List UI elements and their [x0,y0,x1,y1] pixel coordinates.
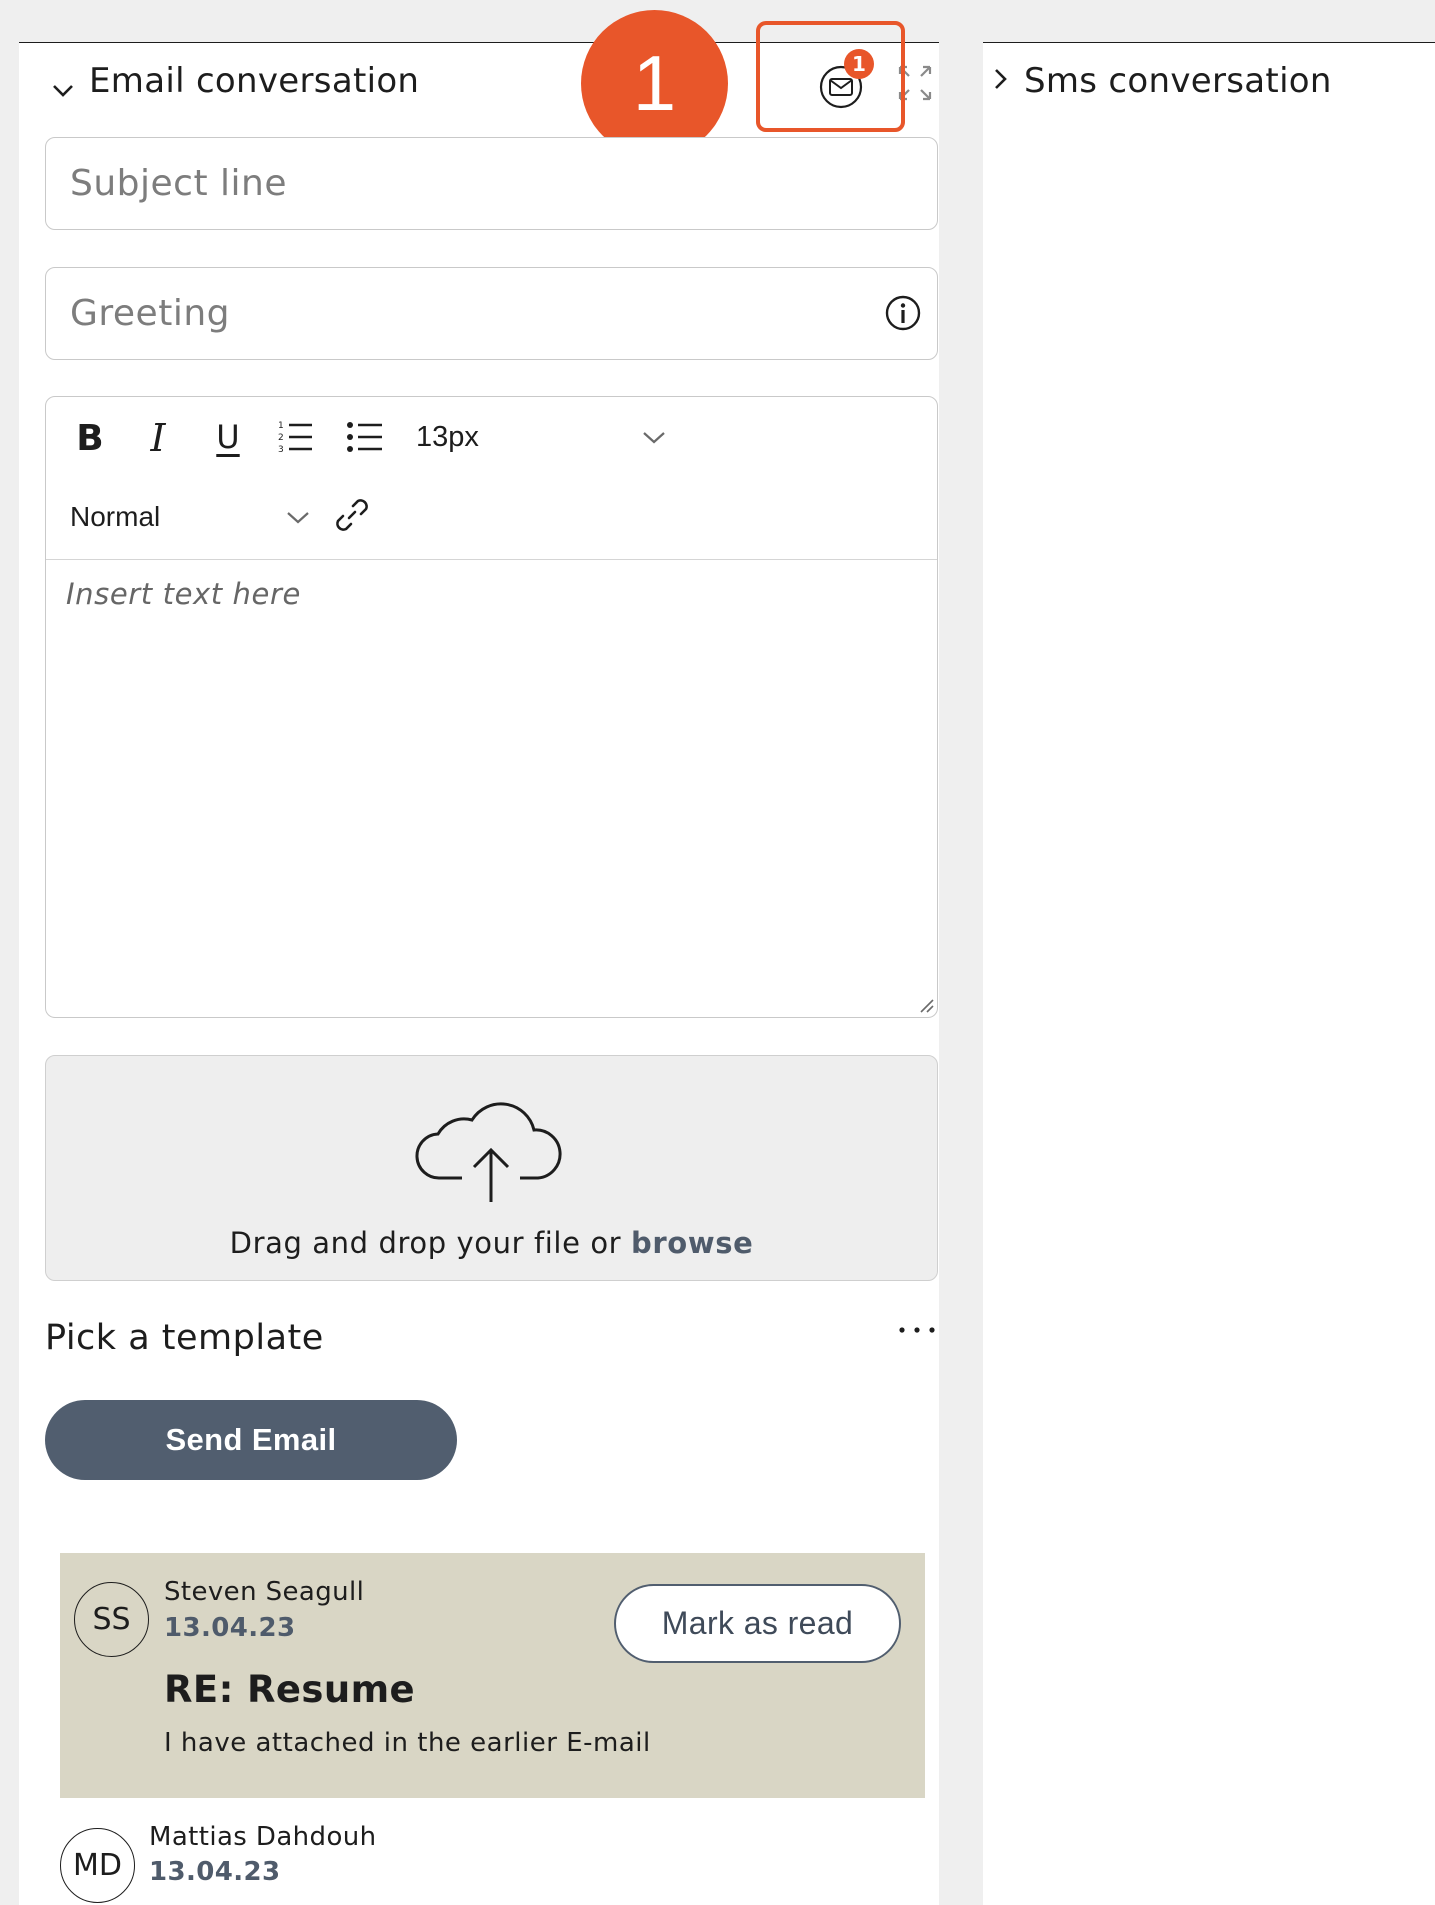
email-conversation-title[interactable]: Email conversation [89,61,419,101]
ellipsis-icon[interactable] [896,1318,940,1342]
block-format-select[interactable]: Normal [70,493,320,543]
italic-button[interactable]: I [138,413,178,463]
step-callout: 1 [581,10,728,157]
cloud-upload-icon [414,1092,568,1204]
svg-text:1: 1 [278,421,284,431]
bold-button[interactable]: B [70,413,110,463]
message-preview: I have attached in the earlier E-mail [164,1728,651,1758]
editor-placeholder: Insert text here [66,577,301,611]
underline-label: U [216,418,240,456]
ordered-list-icon[interactable]: 1 2 3 [278,417,314,457]
browse-link[interactable]: browse [631,1226,753,1260]
svg-text:3: 3 [278,445,284,455]
rich-text-editor[interactable]: B I U 1 2 3 13px Normal Insert text here [45,396,938,1018]
chevron-down-icon [287,512,309,524]
dropzone-text: Drag and drop your file or browse [46,1226,937,1260]
svg-text:2: 2 [278,433,284,443]
sender-name: Steven Seagull [164,1577,365,1607]
highlight-box [756,21,905,132]
mark-as-read-button[interactable]: Mark as read [614,1584,901,1663]
message-date: 13.04.23 [149,1857,281,1887]
subject-input[interactable]: Subject line [45,137,938,230]
greeting-placeholder: Greeting [70,293,230,334]
sms-conversation-title[interactable]: Sms conversation [1024,61,1332,101]
toolbar-divider [46,559,937,560]
subject-placeholder: Subject line [70,163,287,204]
font-size-select[interactable]: 13px [416,413,716,463]
underline-button[interactable]: U [208,411,248,463]
block-format-value: Normal [70,501,161,532]
greeting-input[interactable]: Greeting [45,267,938,360]
bullet-list-icon[interactable] [346,417,384,457]
sender-name: Mattias Dahdouh [149,1822,377,1852]
resize-handle-icon[interactable] [918,997,934,1013]
info-icon[interactable] [884,294,922,332]
avatar: MD [60,1828,135,1903]
send-email-button[interactable]: Send Email [45,1400,457,1480]
dropzone-instruction: Drag and drop your file or [229,1226,622,1260]
link-icon[interactable] [330,493,374,537]
font-size-value: 13px [416,421,479,453]
file-dropzone[interactable]: Drag and drop your file or browse [45,1055,938,1281]
chevron-down-icon[interactable] [50,78,76,104]
chevron-right-icon[interactable] [990,66,1012,92]
message-date: 13.04.23 [164,1613,296,1643]
sms-conversation-panel [983,42,1435,1905]
italic-label: I [150,416,166,460]
template-picker-label[interactable]: Pick a template [45,1318,324,1358]
bold-label: B [76,417,104,459]
chevron-down-icon [643,432,665,444]
avatar: SS [74,1582,149,1657]
message-subject: RE: Resume [164,1668,416,1711]
